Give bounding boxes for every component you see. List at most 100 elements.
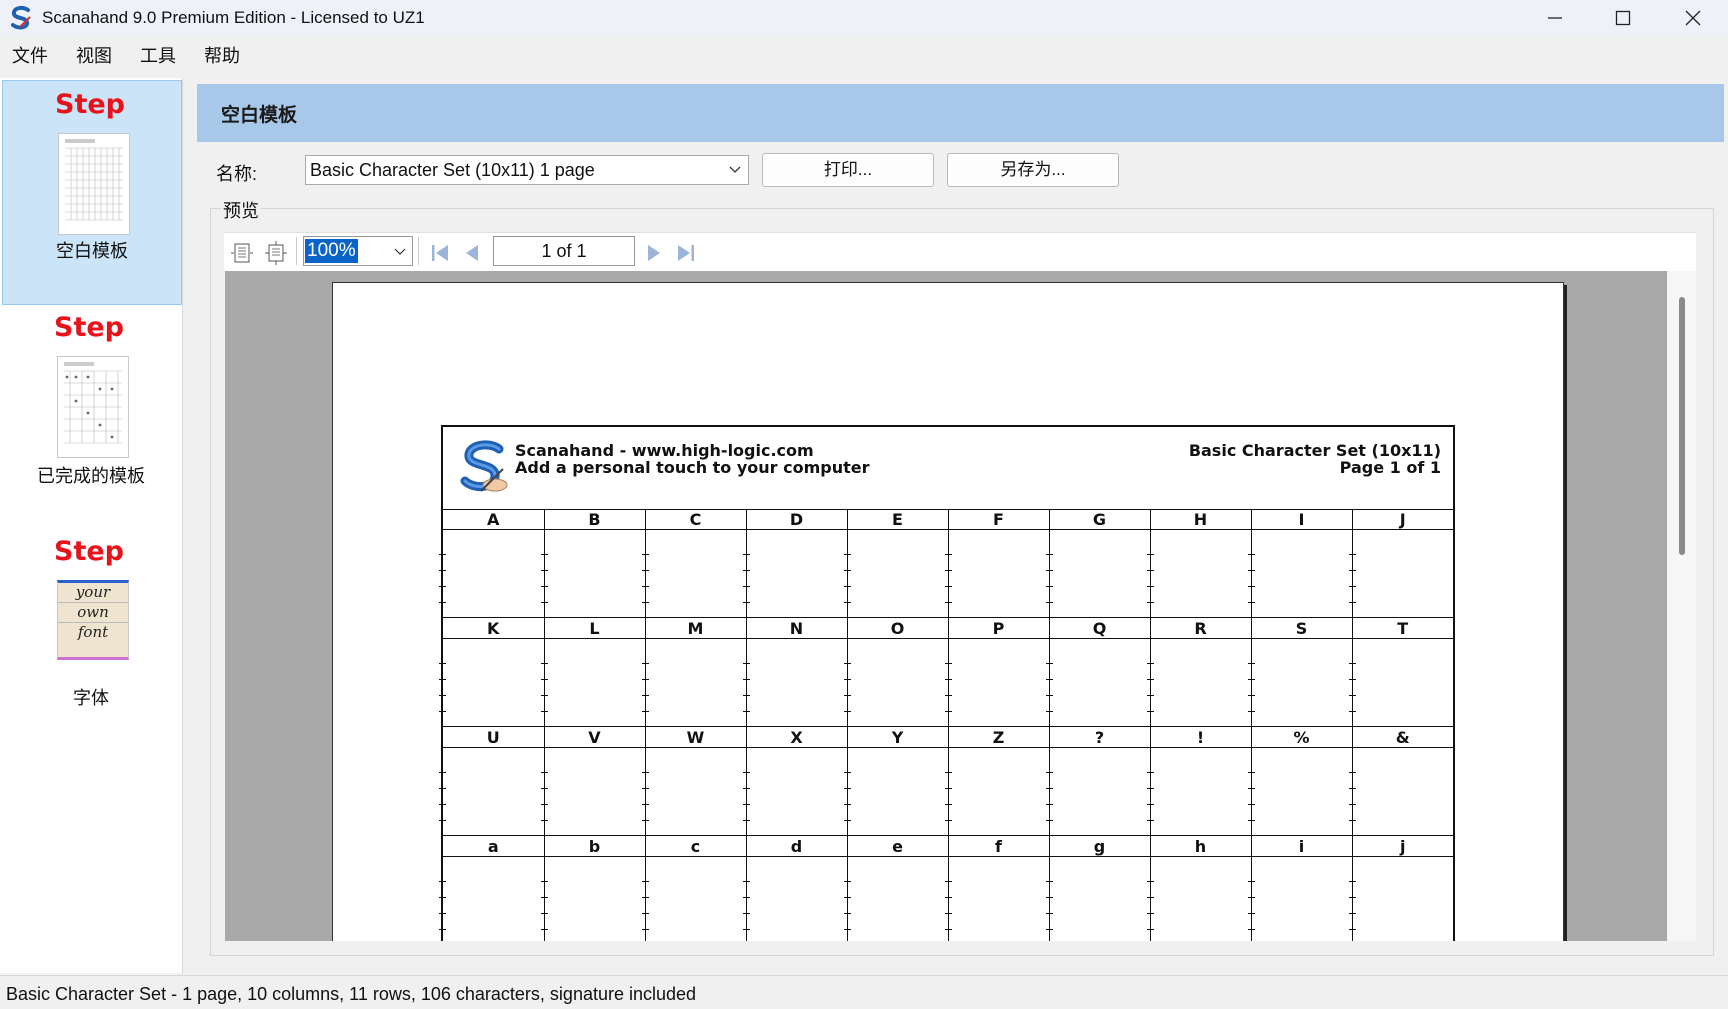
grid-char-cell (1352, 529, 1453, 618)
menu-bar: 文件 视图 工具 帮助 (0, 40, 1728, 70)
minimize-button[interactable] (1520, 0, 1590, 36)
zoom-select[interactable]: 100% (303, 236, 413, 266)
grid-char-label: G (1049, 509, 1151, 530)
grid-char-cell (544, 638, 649, 727)
grid-label-row: U V W X Y Z?!% & (443, 726, 1453, 748)
grid-char-label: h (1150, 835, 1252, 857)
step-1-title: Step 1 (55, 89, 129, 120)
scrollbar-thumb[interactable] (1679, 297, 1685, 555)
previous-page-icon[interactable] (460, 241, 484, 265)
grid-char-cell (439, 638, 548, 727)
grid-char-cell (439, 529, 548, 618)
minimize-icon (1548, 17, 1562, 19)
step-blank-template[interactable]: Step 1 空白模板 (2, 80, 182, 305)
menu-view[interactable]: 视图 (76, 42, 112, 68)
grid-char-cell (1150, 856, 1255, 941)
grid-char-cell (847, 856, 952, 941)
baseline-tick (439, 711, 446, 712)
print-button[interactable]: 打印... (762, 153, 934, 187)
scanahand-logo-icon (460, 440, 508, 492)
zoom-value: 100% (305, 239, 358, 263)
baseline-tick (439, 804, 446, 805)
grid-char-label: K (443, 617, 545, 639)
save-as-button[interactable]: 另存为... (947, 153, 1119, 187)
blank-template-thumbnail (58, 133, 130, 235)
app-logo-icon (11, 5, 31, 30)
grid-label-row: KLMNOPQRST (443, 617, 1453, 639)
baseline-tick (439, 602, 446, 603)
grid-char-label: & (1352, 726, 1453, 748)
last-page-icon[interactable] (674, 241, 698, 265)
baseline-tick (439, 570, 446, 571)
window-title: Scanahand 9.0 Premium Edition - Licensed… (42, 8, 425, 27)
baseline-tick (439, 772, 446, 773)
grid-char-label: d (746, 835, 848, 857)
grid-char-cell (1352, 747, 1453, 836)
grid-char-cell (746, 638, 851, 727)
step-completed-template[interactable]: Step 2 已完成的模板 (2, 304, 180, 527)
step-font[interactable]: Step 3 your own font 字体 (2, 528, 180, 751)
grid-char-label: N (746, 617, 848, 639)
menu-tools[interactable]: 工具 (140, 42, 176, 68)
title-bar: Scanahand 9.0 Premium Edition - Licensed… (0, 0, 1728, 36)
font-thumb-line-3: font (77, 623, 109, 641)
sheet-right-line-2: Page 1 of 1 (1339, 458, 1441, 477)
grid-char-label: I (1251, 509, 1353, 530)
fit-page-icon[interactable] (264, 241, 288, 265)
grid-char-label: a (443, 835, 545, 857)
grid-char-cell (746, 529, 851, 618)
maximize-button[interactable] (1588, 0, 1658, 36)
fit-width-icon[interactable] (230, 241, 254, 265)
first-page-icon[interactable] (428, 241, 452, 265)
grid-char-label: Z (948, 726, 1050, 748)
preview-scrollbar[interactable] (1668, 271, 1696, 941)
grid-char-label: g (1049, 835, 1151, 857)
grid-char-label: i (1251, 835, 1353, 857)
grid-char-cell (948, 747, 1053, 836)
grid-char-label: O (847, 617, 949, 639)
grid-char-cell (645, 638, 750, 727)
completed-template-thumbnail (57, 356, 129, 458)
section-title: 空白模板 (221, 105, 298, 126)
status-text: Basic Character Set - 1 page, 10 columns… (6, 984, 697, 1004)
grid-char-cell (1352, 638, 1453, 727)
grid-char-label: e (847, 835, 949, 857)
grid-char-label: b (544, 835, 646, 857)
grid-char-cell (1251, 747, 1356, 836)
baseline-tick (439, 679, 446, 680)
grid-char-cell (847, 638, 952, 727)
grid-char-cell (948, 529, 1053, 618)
grid-label-row: abcdefghij (443, 835, 1453, 857)
chevron-down-icon (394, 248, 406, 255)
font-thumb-line-2: own (58, 603, 128, 623)
preview-canvas[interactable]: Scanahand - www.high-logic.com Add a per… (225, 271, 1667, 941)
grid-char-cell (544, 747, 649, 836)
grid-char-label: j (1352, 835, 1453, 857)
grid-char-cell (439, 747, 548, 836)
section-header: 空白模板 (197, 84, 1724, 142)
grid-char-label: S (1251, 617, 1353, 639)
font-thumbnail: your own font (57, 580, 129, 660)
grid-char-cell (1251, 529, 1356, 618)
grid-char-label: A (443, 509, 545, 530)
preview-page: Scanahand - www.high-logic.com Add a per… (332, 282, 1564, 941)
grid-label-row: ABCDEFGHIJ (443, 509, 1453, 530)
grid-char-cell (439, 856, 548, 941)
baseline-tick (439, 663, 446, 664)
next-page-icon[interactable] (642, 241, 666, 265)
status-bar: Basic Character Set - 1 page, 10 columns… (0, 975, 1728, 1009)
close-button[interactable] (1658, 0, 1728, 36)
grid-char-label: J (1352, 509, 1453, 530)
grid-char-label: D (746, 509, 848, 530)
preview-toolbar: 100% 1 of 1 (224, 232, 1696, 271)
grid-char-label: E (847, 509, 949, 530)
template-select[interactable]: Basic Character Set (10x11) 1 page (305, 155, 749, 185)
step-2-label: 已完成的模板 (37, 466, 145, 486)
page-indicator[interactable]: 1 of 1 (493, 236, 635, 266)
grid-char-label: P (948, 617, 1050, 639)
menu-help[interactable]: 帮助 (204, 42, 240, 68)
character-template-sheet: Scanahand - www.high-logic.com Add a per… (439, 425, 1455, 941)
menu-file[interactable]: 文件 (12, 42, 48, 68)
character-grid: A B C D E F G H I J K L M N O P Q R S T U V W X Y Z?!% & a b c d e f g h i j (439, 509, 1453, 941)
grid-char-label: M (645, 617, 747, 639)
